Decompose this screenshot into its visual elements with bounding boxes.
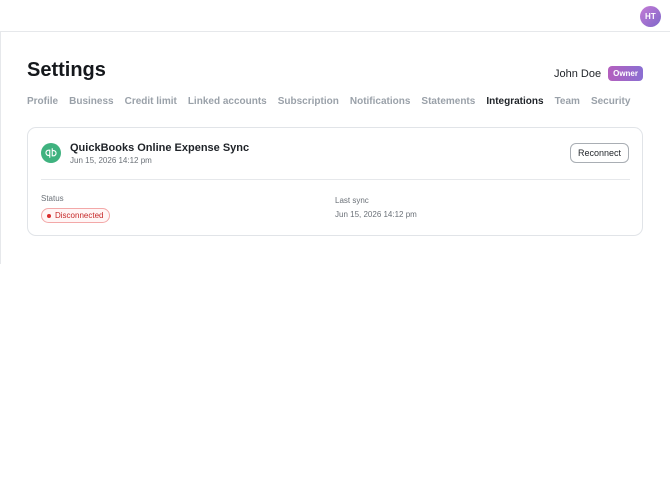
left-rail-divider	[0, 32, 1, 264]
status-label: Status	[41, 194, 64, 203]
integration-card: QuickBooks Online Expense Sync Jun 15, 2…	[27, 127, 643, 236]
user-avatar[interactable]: HT	[640, 6, 661, 27]
reconnect-button[interactable]: Reconnect	[570, 143, 629, 163]
settings-tabs: Profile Business Credit limit Linked acc…	[27, 96, 630, 107]
tab-team[interactable]: Team	[555, 96, 580, 107]
tab-linked-accounts[interactable]: Linked accounts	[188, 96, 267, 107]
tab-statements[interactable]: Statements	[421, 96, 475, 107]
role-badge: Owner	[608, 66, 643, 81]
card-divider	[41, 179, 630, 180]
tab-security[interactable]: Security	[591, 96, 630, 107]
tab-credit-limit[interactable]: Credit limit	[125, 96, 177, 107]
tab-business[interactable]: Business	[69, 96, 113, 107]
last-sync-label: Last sync	[335, 196, 369, 205]
status-value: Disconnected	[55, 211, 104, 220]
integration-name: QuickBooks Online Expense Sync	[70, 142, 250, 154]
tab-integrations[interactable]: Integrations	[486, 96, 543, 107]
tab-subscription[interactable]: Subscription	[278, 96, 339, 107]
quickbooks-logo-icon	[41, 143, 61, 163]
tab-profile[interactable]: Profile	[27, 96, 58, 107]
quickbooks-glyph-icon	[45, 148, 57, 158]
top-bar: HT	[0, 0, 670, 32]
user-name: John Doe	[554, 67, 602, 80]
integration-date: Jun 15, 2026 14:12 pm	[70, 156, 152, 165]
status-badge: Disconnected	[41, 208, 111, 223]
status-dot-icon	[47, 213, 51, 218]
last-sync-value: Jun 15, 2026 14:12 pm	[335, 210, 417, 219]
user-info: John Doe Owner	[554, 66, 643, 81]
tab-notifications[interactable]: Notifications	[350, 96, 411, 107]
page-title: Settings	[27, 59, 106, 81]
